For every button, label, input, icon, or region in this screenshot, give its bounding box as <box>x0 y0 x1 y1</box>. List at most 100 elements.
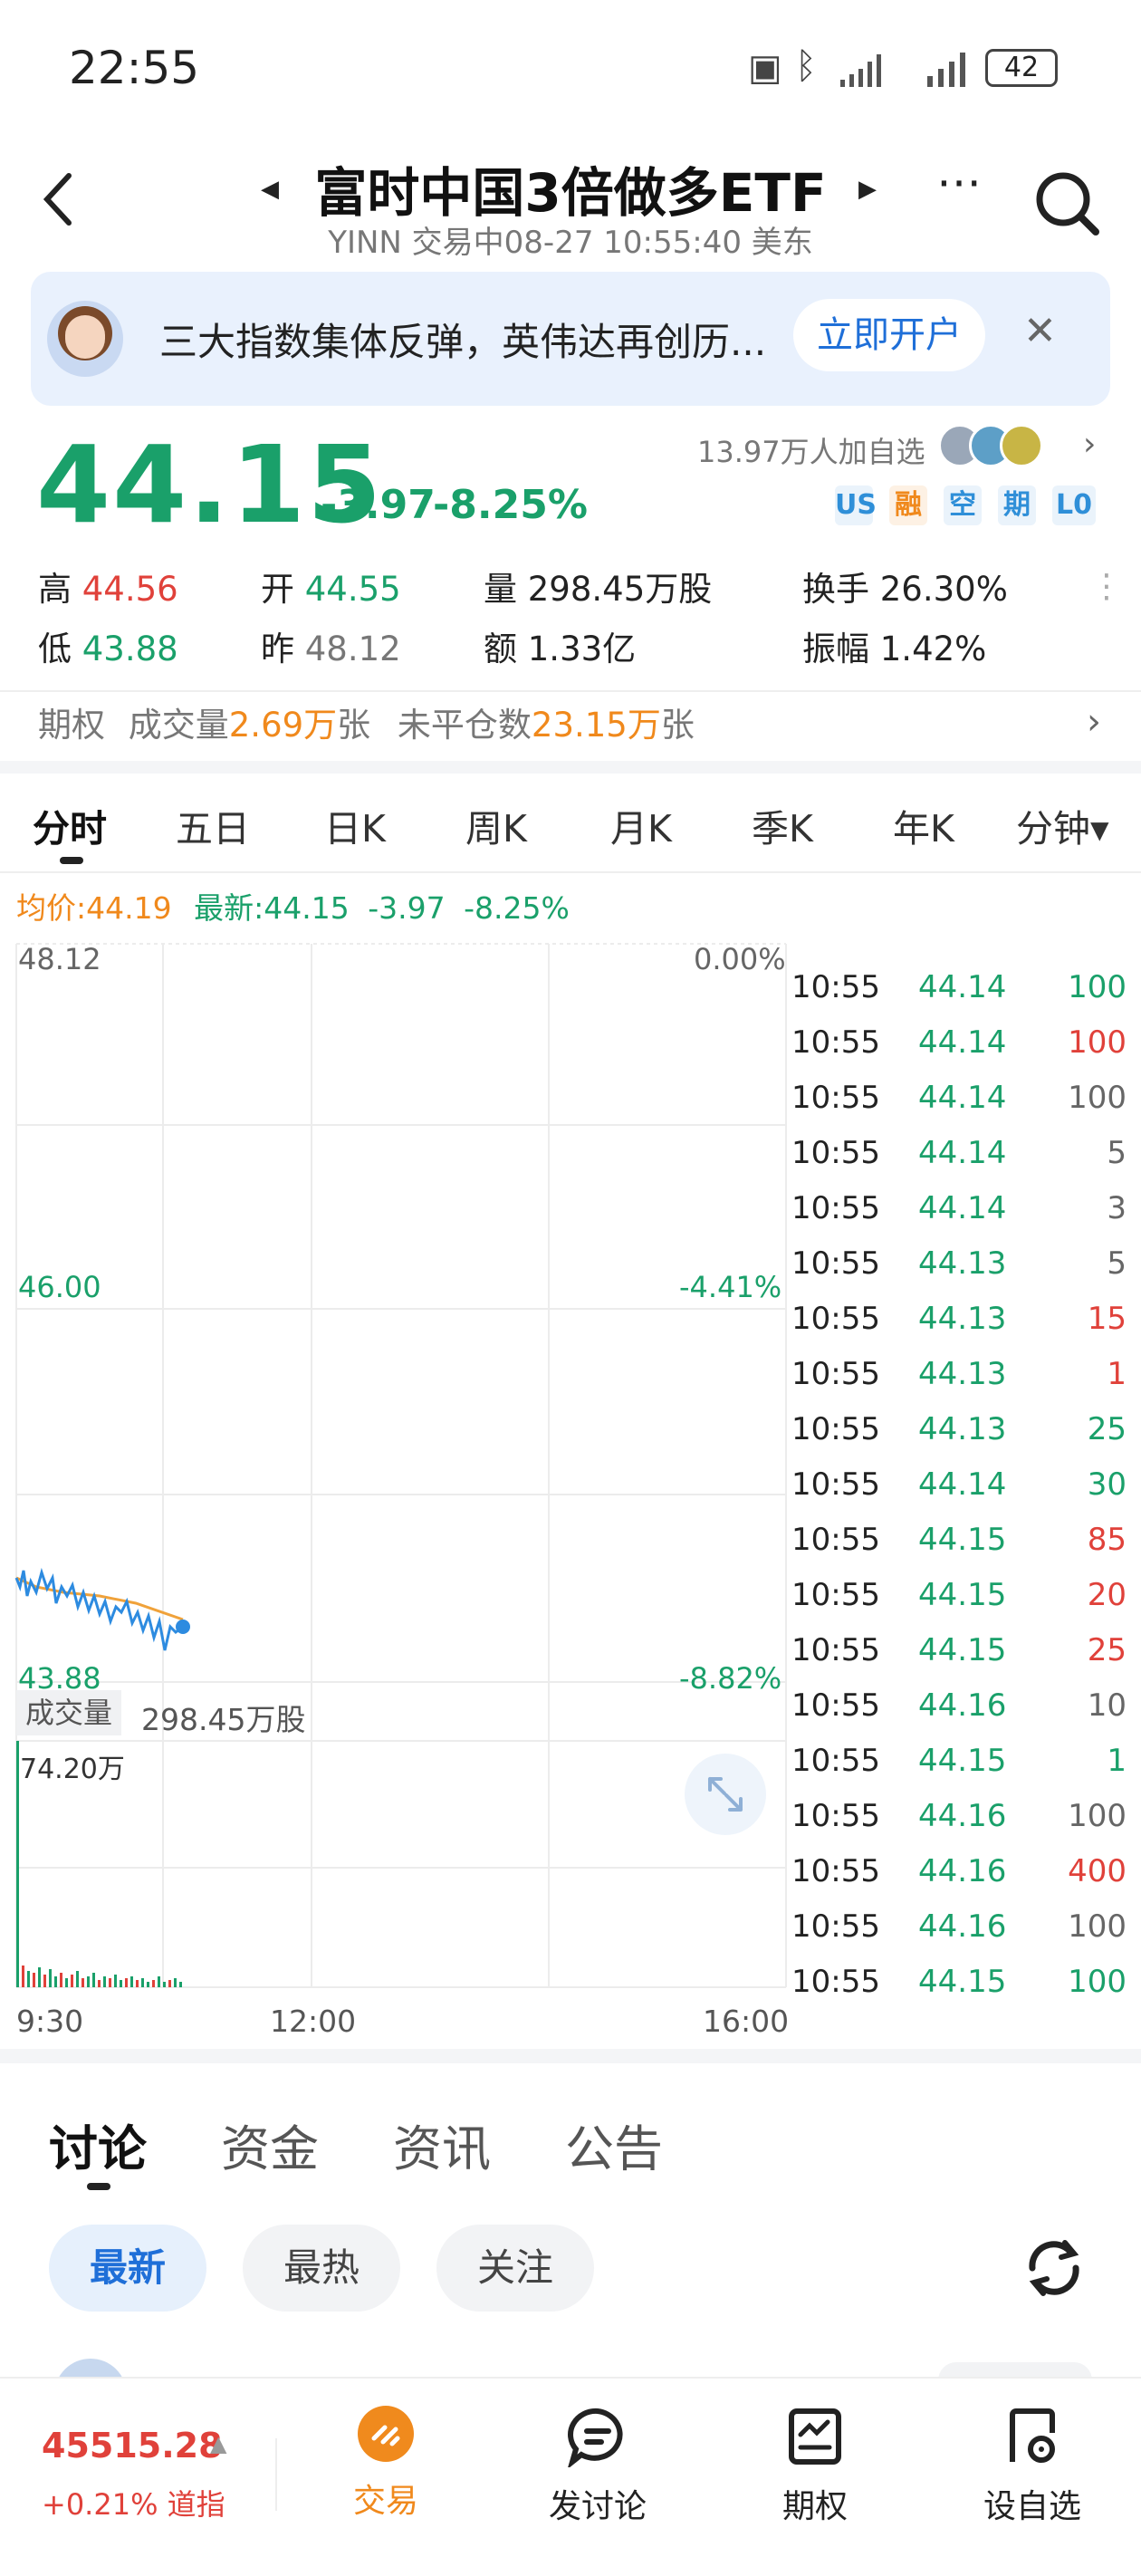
chat-icon <box>568 2408 623 2467</box>
options-summary[interactable]: 期权 成交量2.69万张 未平仓数23.15万张 <box>38 690 1107 761</box>
badge-short: 空 <box>944 485 982 525</box>
dow-index-ticker[interactable]: 45515.28 ▲ +0.21% 道指 <box>42 2426 250 2552</box>
search-icon[interactable] <box>1032 168 1105 241</box>
filter-pills: 最新 最热 关注 <box>49 2225 1099 2312</box>
battery-level: 42 <box>1003 52 1040 83</box>
trade-ticker-list[interactable]: 10:55 44.14 100 10:55 44.14 100 10:55 44.14 100 1… <box>0 871 1141 2000</box>
watcher-avatars[interactable] <box>938 422 1065 469</box>
watchers-count: 13.97万人加自选 <box>697 435 925 469</box>
trade-volume: 1 <box>1107 1743 1127 1779</box>
trade-row: 10:55 44.16 10 <box>791 1678 1127 1734</box>
tab-trade-label: 交易 <box>352 2483 418 2520</box>
prev-stock-icon[interactable]: ◀ <box>261 176 279 203</box>
tab-discussion[interactable]: 讨论 <box>49 2109 147 2180</box>
tab-minute[interactable]: 分钟▾ <box>1016 774 1109 884</box>
tab-intraday[interactable]: 分时 <box>33 774 107 884</box>
tab-trade[interactable]: 交易 <box>304 2406 467 2522</box>
trade-row: 10:55 44.16 100 <box>791 1899 1127 1955</box>
refresh-icon[interactable] <box>1020 2234 1088 2302</box>
trade-row: 10:55 44.13 1 <box>791 1347 1127 1402</box>
trade-price: 44.15 <box>918 1743 1007 1779</box>
trade-price: 44.13 <box>918 1301 1007 1337</box>
trade-time: 10:55 <box>791 1356 880 1392</box>
back-icon[interactable] <box>38 170 78 228</box>
trade-row: 10:55 44.13 25 <box>791 1402 1127 1457</box>
stat-volume-amount: 量 298.45万股 额 1.33亿 <box>484 560 712 679</box>
price-change: -3.97 <box>321 482 436 528</box>
trade-price: 44.16 <box>918 1908 1007 1945</box>
trade-time: 10:55 <box>791 1301 880 1337</box>
filter-following[interactable]: 关注 <box>436 2225 594 2312</box>
trade-volume: 15 <box>1087 1301 1127 1337</box>
promo-banner[interactable]: 三大指数集体反弹，英伟达再创历... 立即开户 ✕ <box>31 272 1110 406</box>
active-section-indicator <box>87 2183 110 2190</box>
more-icon[interactable]: ⋯ <box>936 156 983 208</box>
trade-volume: 85 <box>1087 1522 1127 1558</box>
stat-open-prev: 开 44.55 昨 48.12 <box>261 560 401 679</box>
trade-price: 44.16 <box>918 1687 1007 1724</box>
community-section: 讨论 资金 资讯 公告 最新 最热 关注 <box>0 2049 1141 2398</box>
turnover-value: 26.30% <box>879 570 1008 609</box>
badge-us: US <box>835 485 877 525</box>
tab-options[interactable]: 期权 <box>734 2406 896 2527</box>
active-tab-indicator <box>60 857 83 864</box>
amplitude-value: 1.42% <box>879 630 987 668</box>
trade-price: 44.14 <box>918 1135 1007 1171</box>
tab-monthly-k[interactable]: 月K <box>610 774 672 884</box>
index-change: +0.21% 道指 <box>42 2487 225 2522</box>
nav-header: ◀ 富时中国3倍做多ETF YINN 交易中08-27 10:55:40 美东 … <box>0 136 1141 272</box>
more-stats-icon[interactable]: ⋮ <box>1090 571 1123 603</box>
trade-time: 10:55 <box>791 1024 880 1061</box>
trade-volume: 20 <box>1087 1577 1127 1613</box>
trade-time: 10:55 <box>791 1743 880 1779</box>
x-axis-mid: 12:00 <box>270 2004 357 2039</box>
tab-capital[interactable]: 资金 <box>221 2109 319 2180</box>
badge-level: L0 <box>1052 485 1096 525</box>
filter-hot[interactable]: 最热 <box>243 2225 400 2312</box>
tab-five-day[interactable]: 五日 <box>176 774 250 884</box>
trade-price: 44.15 <box>918 1522 1007 1558</box>
tab-post[interactable]: 发讨论 <box>516 2406 679 2527</box>
tab-quarterly-k[interactable]: 季K <box>752 774 813 884</box>
x-axis-start: 9:30 <box>16 2004 84 2039</box>
bottom-tab-bar: 45515.28 ▲ +0.21% 道指 交易 发讨论 期权 设自选 <box>0 2377 1141 2576</box>
open-account-button[interactable]: 立即开户 <box>793 299 985 371</box>
filter-latest[interactable]: 最新 <box>49 2225 206 2312</box>
chevron-right-icon[interactable]: › <box>1083 426 1096 463</box>
trade-volume: 100 <box>1068 969 1127 1005</box>
battery-icon: 42 <box>985 49 1058 87</box>
intraday-chart[interactable]: 均价:44.19 最新:44.15 -3.97 -8.25% 48.12 46.… <box>0 871 1141 2049</box>
amount-value: 1.33亿 <box>527 630 637 668</box>
trade-price: 44.16 <box>918 1798 1007 1834</box>
high-value: 44.56 <box>82 570 178 609</box>
tab-yearly-k[interactable]: 年K <box>893 774 954 884</box>
trade-time: 10:55 <box>791 1687 880 1724</box>
tab-announcements[interactable]: 公告 <box>565 2109 663 2180</box>
tab-add-watchlist[interactable]: 设自选 <box>951 2406 1114 2527</box>
trade-price: 44.14 <box>918 969 1007 1005</box>
tab-daily-k[interactable]: 日K <box>324 774 386 884</box>
status-time: 22:55 <box>69 42 200 94</box>
quote-panel: 44.15 -3.97 -8.25% 13.97万人加自选 › US 融 空 期… <box>0 417 1141 761</box>
close-icon[interactable]: ✕ <box>1023 308 1057 354</box>
trade-volume: 30 <box>1087 1466 1127 1503</box>
trade-price: 44.16 <box>918 1853 1007 1889</box>
trade-volume: 5 <box>1107 1135 1127 1171</box>
tab-news[interactable]: 资讯 <box>393 2109 491 2180</box>
stat-high-low: 高 44.56 低 43.88 <box>38 560 178 679</box>
trade-price: 44.14 <box>918 1080 1007 1116</box>
trade-price: 44.13 <box>918 1356 1007 1392</box>
trade-row: 10:55 44.14 3 <box>791 1181 1127 1236</box>
trade-volume: 5 <box>1107 1245 1127 1282</box>
next-stock-icon[interactable]: ▶ <box>858 176 877 203</box>
trade-price: 44.15 <box>918 1964 1007 2000</box>
trade-volume: 10 <box>1087 1687 1127 1724</box>
bluetooth-icon: ᛒ <box>795 45 817 87</box>
trade-volume: 25 <box>1087 1411 1127 1447</box>
open-label: 开 <box>261 570 294 609</box>
trade-volume: 25 <box>1087 1632 1127 1668</box>
trade-row: 10:55 44.14 30 <box>791 1457 1127 1513</box>
open-value: 44.55 <box>304 570 401 609</box>
chevron-right-icon[interactable]: › <box>1087 701 1101 743</box>
tab-weekly-k[interactable]: 周K <box>465 774 527 884</box>
